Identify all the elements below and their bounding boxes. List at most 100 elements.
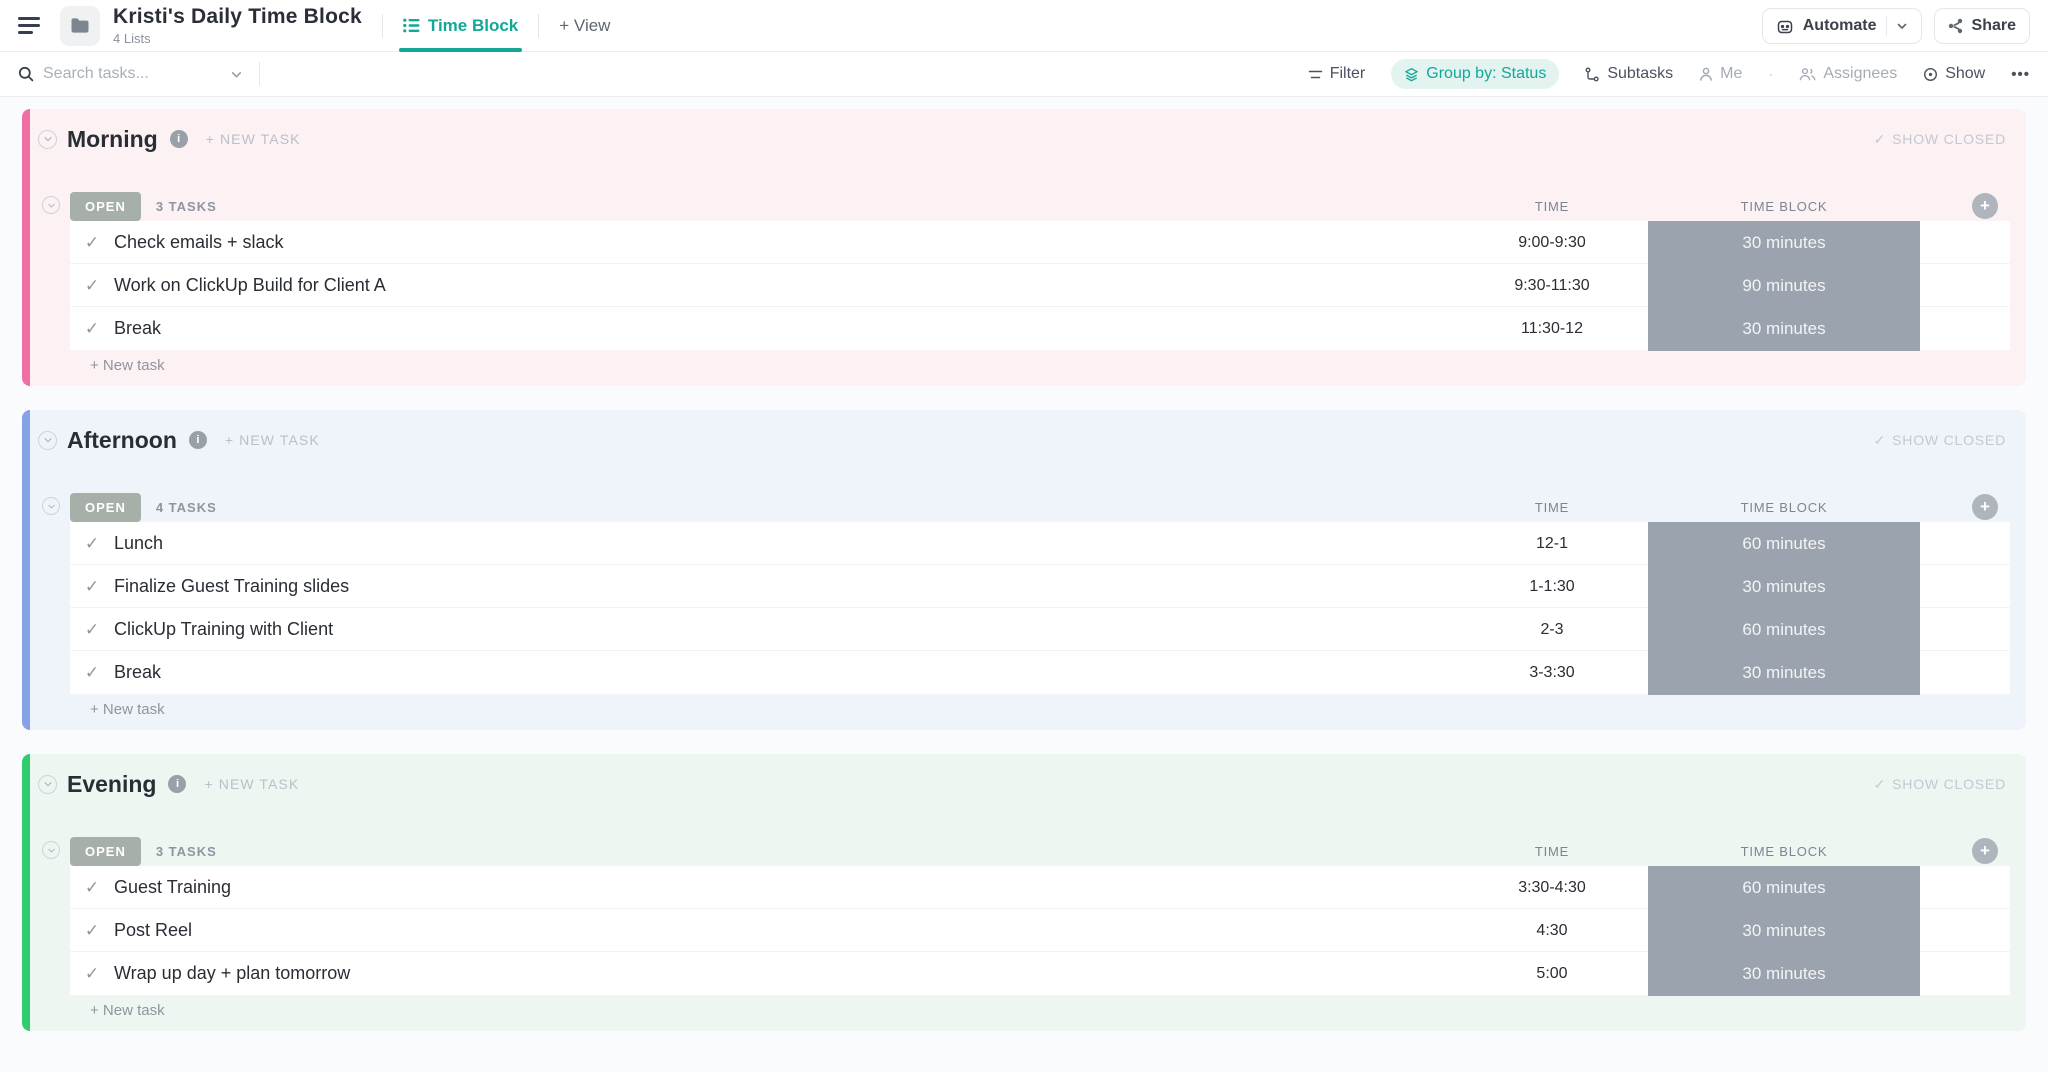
task-name[interactable]: ClickUp Training with Client: [114, 619, 1456, 640]
info-icon[interactable]: i: [168, 775, 187, 793]
task-time-block[interactable]: 30 minutes: [1648, 565, 1920, 609]
status-badge[interactable]: OPEN: [70, 492, 141, 522]
task-row[interactable]: ✓ ClickUp Training with Client 2-3 60 mi…: [70, 608, 2010, 652]
search-box[interactable]: [18, 65, 243, 83]
show-closed-toggle[interactable]: ✓ SHOW CLOSED: [1874, 131, 2006, 148]
new-task-row[interactable]: + New task: [70, 694, 2010, 724]
divider: [381, 13, 383, 38]
task-row[interactable]: ✓ Wrap up day + plan tomorrow 5:00 30 mi…: [70, 952, 2010, 996]
sidebar-toggle-icon[interactable]: [18, 17, 42, 34]
section-title[interactable]: Morning: [67, 126, 158, 153]
task-time[interactable]: 2-3: [1456, 621, 1648, 639]
collapse-section-icon[interactable]: [38, 774, 57, 794]
section-title[interactable]: Evening: [67, 771, 156, 798]
task-time-block[interactable]: 30 minutes: [1648, 221, 1920, 265]
task-name[interactable]: Post Reel: [114, 920, 1456, 941]
info-icon[interactable]: i: [188, 431, 207, 449]
check-icon[interactable]: ✓: [85, 276, 99, 296]
me-filter-button[interactable]: Me: [1699, 65, 1742, 83]
tab-time-block[interactable]: Time Block: [398, 0, 523, 52]
task-time-block[interactable]: 90 minutes: [1648, 264, 1920, 308]
check-icon[interactable]: ✓: [85, 620, 99, 640]
add-column-button[interactable]: +: [1972, 193, 1998, 219]
task-time-block[interactable]: 60 minutes: [1648, 522, 1920, 566]
task-name[interactable]: Finalize Guest Training slides: [114, 576, 1456, 597]
show-closed-toggle[interactable]: ✓ SHOW CLOSED: [1874, 776, 2006, 793]
automate-button[interactable]: Automate: [1761, 7, 1922, 44]
task-name[interactable]: Break: [114, 662, 1456, 683]
task-time-block[interactable]: 30 minutes: [1648, 651, 1920, 695]
filter-button[interactable]: Filter: [1308, 65, 1366, 83]
task-time-block[interactable]: 60 minutes: [1648, 866, 1920, 910]
task-row[interactable]: ✓ Work on ClickUp Build for Client A 9:3…: [70, 264, 2010, 308]
collapse-group-icon[interactable]: [42, 841, 60, 859]
task-time[interactable]: 5:00: [1456, 965, 1648, 983]
share-button[interactable]: Share: [1933, 7, 2030, 44]
section-header: Morning i + NEW TASK ✓ SHOW CLOSED: [38, 119, 2010, 159]
check-icon[interactable]: ✓: [85, 964, 99, 984]
show-button[interactable]: Show: [1923, 65, 1985, 83]
task-row[interactable]: ✓ Guest Training 3:30-4:30 60 minutes: [70, 866, 2010, 910]
task-time[interactable]: 9:30-11:30: [1456, 277, 1648, 295]
task-row[interactable]: ✓ Break 11:30-12 30 minutes: [70, 307, 2010, 351]
task-name[interactable]: Work on ClickUp Build for Client A: [114, 275, 1456, 296]
section-morning: Morning i + NEW TASK ✓ SHOW CLOSED OPEN …: [22, 109, 2026, 386]
task-row[interactable]: ✓ Break 3-3:30 30 minutes: [70, 651, 2010, 695]
add-column-button[interactable]: +: [1972, 838, 1998, 864]
collapse-group-icon[interactable]: [42, 196, 60, 214]
task-name[interactable]: Lunch: [114, 533, 1456, 554]
tab-add-view[interactable]: + View: [559, 0, 610, 52]
subtasks-button[interactable]: Subtasks: [1585, 65, 1673, 83]
more-options-button[interactable]: •••: [2011, 66, 2030, 83]
task-time[interactable]: 1-1:30: [1456, 578, 1648, 596]
show-closed-label: SHOW CLOSED: [1892, 432, 2006, 448]
info-icon[interactable]: i: [169, 130, 188, 148]
check-icon[interactable]: ✓: [85, 663, 99, 683]
task-row[interactable]: ✓ Finalize Guest Training slides 1-1:30 …: [70, 565, 2010, 609]
add-column-button[interactable]: +: [1972, 494, 1998, 520]
task-row[interactable]: ✓ Lunch 12-1 60 minutes: [70, 522, 2010, 566]
task-time-block[interactable]: 30 minutes: [1648, 909, 1920, 953]
status-badge[interactable]: OPEN: [70, 836, 141, 866]
show-closed-toggle[interactable]: ✓ SHOW CLOSED: [1874, 432, 2006, 449]
check-icon[interactable]: ✓: [85, 577, 99, 597]
check-icon[interactable]: ✓: [85, 534, 99, 554]
task-name[interactable]: Break: [114, 318, 1456, 339]
group-by-button[interactable]: Group by: Status: [1391, 59, 1560, 89]
new-task-button[interactable]: + NEW TASK: [206, 131, 301, 147]
task-name[interactable]: Wrap up day + plan tomorrow: [114, 963, 1456, 984]
task-time[interactable]: 11:30-12: [1456, 320, 1648, 338]
task-time[interactable]: 12-1: [1456, 535, 1648, 553]
collapse-section-icon[interactable]: [38, 430, 57, 450]
assignees-button[interactable]: Assignees: [1799, 65, 1897, 83]
task-name[interactable]: Check emails + slack: [114, 232, 1456, 253]
search-input[interactable]: [43, 65, 221, 83]
new-task-row[interactable]: + New task: [70, 995, 2010, 1025]
task-time-block[interactable]: 30 minutes: [1648, 952, 1920, 996]
task-time[interactable]: 4:30: [1456, 922, 1648, 940]
check-icon: ✓: [1873, 775, 1887, 792]
check-icon[interactable]: ✓: [85, 921, 99, 941]
task-time[interactable]: 3:30-4:30: [1456, 879, 1648, 897]
new-task-row[interactable]: + New task: [70, 350, 2010, 380]
collapse-section-icon[interactable]: [38, 129, 57, 149]
filter-label: Filter: [1329, 65, 1366, 82]
section-title[interactable]: Afternoon: [67, 427, 177, 454]
chevron-down-icon[interactable]: [1896, 20, 1908, 32]
task-time[interactable]: 3-3:30: [1456, 664, 1648, 682]
task-name[interactable]: Guest Training: [114, 877, 1456, 898]
check-icon[interactable]: ✓: [85, 878, 99, 898]
task-time-block[interactable]: 60 minutes: [1648, 608, 1920, 652]
new-task-button[interactable]: + NEW TASK: [204, 776, 299, 792]
task-row[interactable]: ✓ Post Reel 4:30 30 minutes: [70, 909, 2010, 953]
task-time-block[interactable]: 30 minutes: [1648, 307, 1920, 351]
check-icon[interactable]: ✓: [85, 319, 99, 339]
new-task-button[interactable]: + NEW TASK: [225, 432, 320, 448]
folder-icon: [70, 17, 90, 34]
task-time[interactable]: 9:00-9:30: [1456, 234, 1648, 252]
task-row[interactable]: ✓ Check emails + slack 9:00-9:30 30 minu…: [70, 221, 2010, 265]
chevron-down-icon[interactable]: [230, 68, 243, 81]
status-badge[interactable]: OPEN: [70, 191, 141, 221]
check-icon[interactable]: ✓: [85, 233, 99, 253]
collapse-group-icon[interactable]: [42, 497, 60, 515]
